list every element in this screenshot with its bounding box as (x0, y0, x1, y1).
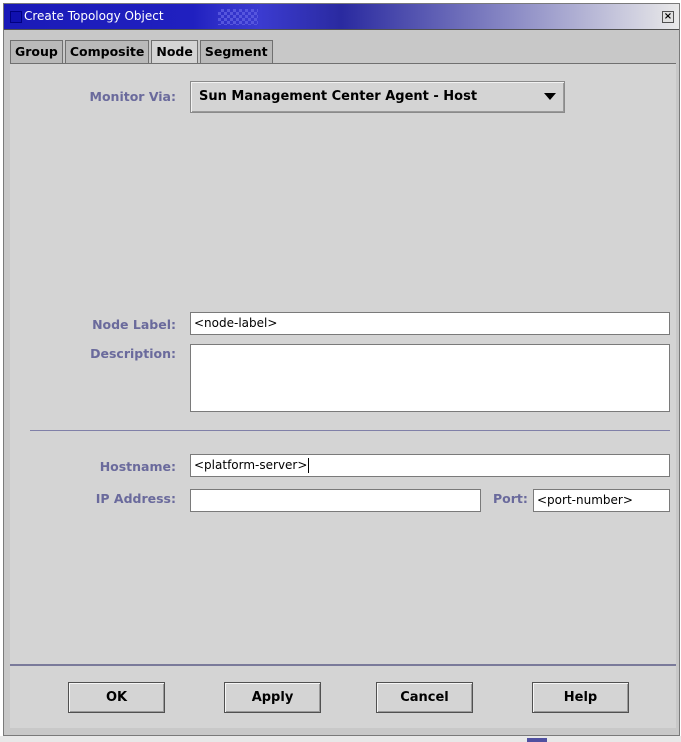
chevron-down-icon (544, 93, 556, 100)
ip-address-field[interactable] (190, 489, 481, 512)
tab-segment[interactable]: Segment (199, 40, 273, 63)
cancel-button[interactable]: Cancel (376, 682, 473, 713)
hostname-label: Hostname: (99, 459, 176, 474)
port-label: Port: (493, 491, 528, 506)
monitor-via-dropdown[interactable]: Sun Management Center Agent - Host (190, 81, 565, 113)
ip-address-label: IP Address: (95, 491, 176, 506)
monitor-via-value: Sun Management Center Agent - Host (199, 89, 478, 104)
window-bottom-edge (0, 736, 681, 742)
button-bar: OK Apply Cancel Help (10, 664, 676, 728)
text-cursor (308, 458, 310, 473)
tab-composite[interactable]: Composite (64, 40, 150, 63)
description-field[interactable] (190, 344, 670, 412)
port-field[interactable]: <port-number> (533, 489, 670, 512)
hostname-value: <platform-server> (194, 458, 308, 472)
tab-group[interactable]: Group (10, 40, 63, 63)
node-label-label: Node Label: (92, 317, 176, 332)
monitor-via-label: Monitor Via: (89, 89, 176, 104)
taskbar-fragment (527, 738, 547, 742)
section-divider (30, 430, 670, 431)
node-tab-panel: Monitor Via: Sun Management Center Agent… (10, 63, 676, 664)
apply-button[interactable]: Apply (224, 682, 321, 713)
description-label: Description: (90, 346, 176, 361)
window-icon (10, 11, 22, 23)
close-icon[interactable]: × (662, 11, 674, 23)
window-title: Create Topology Object (24, 9, 164, 23)
dialog-window: Create Topology Object × Group Composite… (3, 3, 680, 736)
hostname-field[interactable]: <platform-server> (190, 454, 670, 477)
help-button[interactable]: Help (532, 682, 629, 713)
title-decoration (218, 9, 258, 25)
ok-button[interactable]: OK (68, 682, 165, 713)
title-bar[interactable]: Create Topology Object × (4, 4, 679, 30)
tab-node[interactable]: Node (151, 40, 198, 64)
node-label-field[interactable]: <node-label> (190, 312, 670, 335)
tab-bar: Group Composite Node Segment (10, 40, 275, 64)
